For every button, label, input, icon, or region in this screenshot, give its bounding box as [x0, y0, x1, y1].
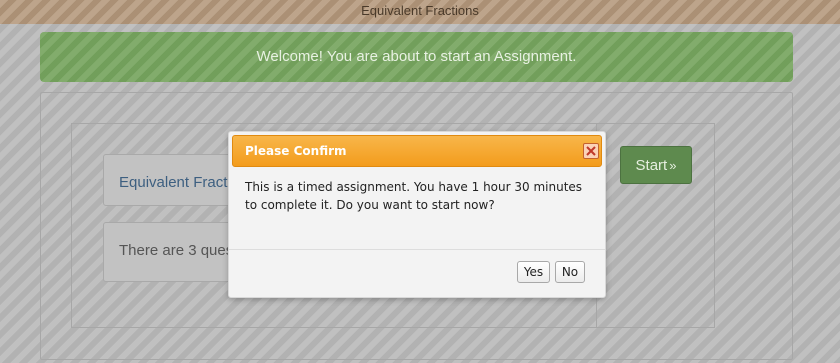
- start-button[interactable]: Start »: [620, 146, 692, 184]
- welcome-banner: Welcome! You are about to start an Assig…: [40, 32, 793, 82]
- start-button-arrow: »: [669, 157, 677, 173]
- dialog-header: Please Confirm: [232, 135, 602, 167]
- dialog-title: Please Confirm: [245, 144, 347, 158]
- confirm-dialog: Please Confirm This is a timed assignmen…: [228, 131, 606, 298]
- welcome-message: Welcome! You are about to start an Assig…: [256, 48, 577, 65]
- yes-button[interactable]: Yes: [517, 261, 550, 283]
- no-button[interactable]: No: [555, 261, 585, 283]
- close-icon: [584, 144, 598, 158]
- close-button[interactable]: [583, 143, 599, 159]
- dialog-message: This is a timed assignment. You have 1 h…: [245, 180, 583, 212]
- dialog-divider: [229, 249, 605, 250]
- start-button-label: Start: [635, 156, 668, 174]
- top-bar: Equivalent Fractions: [0, 0, 840, 24]
- page-title: Equivalent Fractions: [361, 3, 479, 18]
